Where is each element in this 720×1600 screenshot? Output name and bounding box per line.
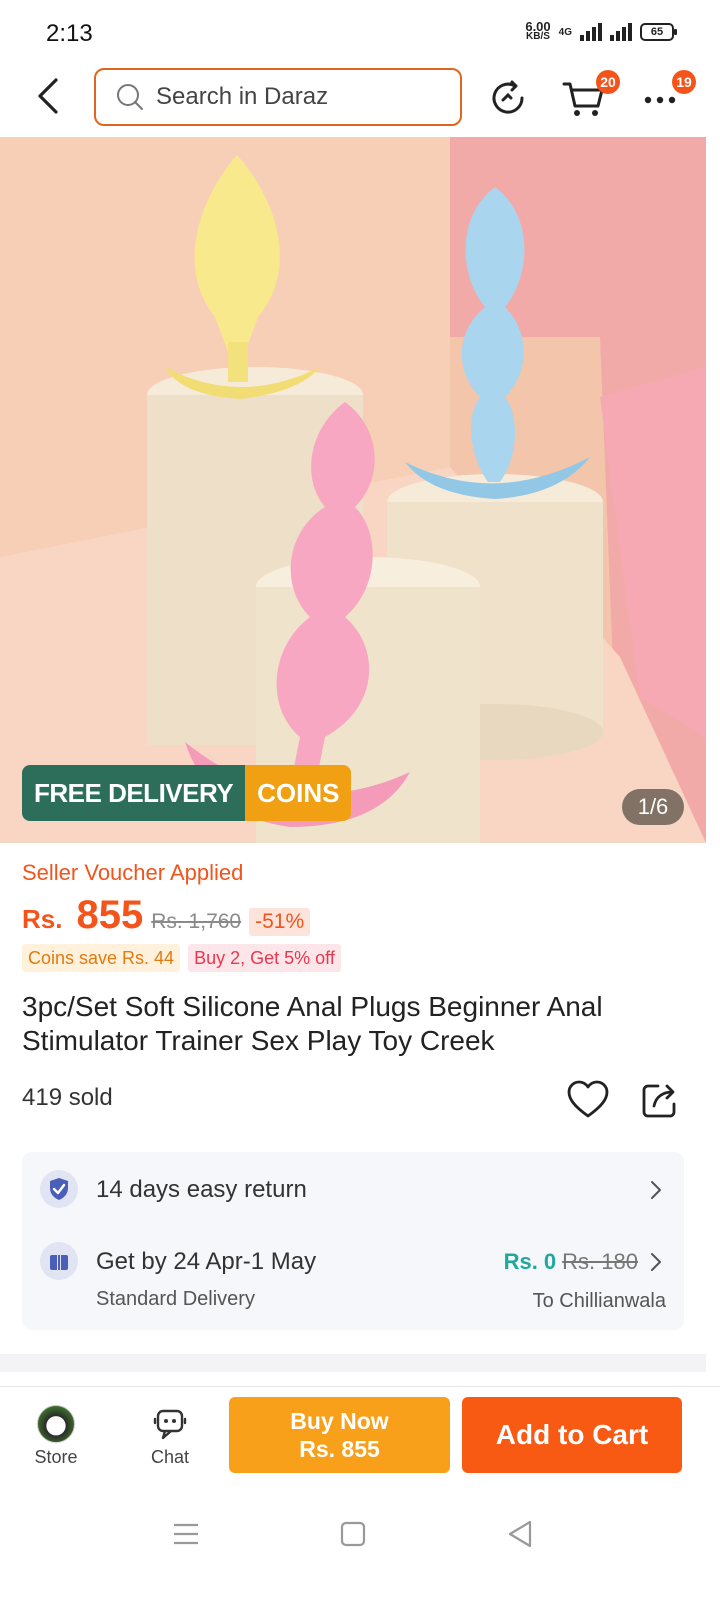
sold-count: 419 sold [22, 1084, 113, 1111]
more-button[interactable]: 19 [636, 70, 696, 122]
coins-save-chip[interactable]: Coins save Rs. 44 [22, 944, 181, 972]
signal-icon-2 [610, 23, 632, 41]
price-currency: Rs. [22, 904, 63, 934]
home-icon[interactable] [333, 1514, 373, 1554]
system-navigation-bar [0, 1490, 720, 1600]
back-arrow-icon [38, 78, 58, 114]
back-triangle-icon[interactable] [500, 1514, 540, 1554]
bundle-offer-chip[interactable]: Buy 2, Get 5% off [188, 944, 341, 972]
chevron-right-icon[interactable] [650, 1252, 662, 1272]
cart-badge: 20 [596, 70, 620, 94]
status-time: 2:13 [46, 20, 93, 47]
chat-label: Chat [150, 1447, 190, 1467]
store-button[interactable]: Store [26, 1405, 86, 1468]
delivery-fee-now: Rs. 0 [503, 1249, 557, 1274]
delivery-destination: To Chillianwala [532, 1290, 666, 1312]
section-divider [0, 1354, 706, 1372]
chat-icon [153, 1409, 187, 1440]
product-image-gallery[interactable]: FREE DELIVERY COINS 1/6 [0, 137, 706, 843]
delivery-box-icon [40, 1242, 78, 1280]
more-badge: 19 [672, 70, 696, 94]
coins-tag: COINS [245, 765, 352, 821]
wishlist-button[interactable] [566, 1078, 610, 1122]
original-price: Rs. 1,760 [151, 910, 242, 933]
chevron-right-icon[interactable] [650, 1180, 662, 1200]
status-icons: 6.00 KB/S 4G 65 [525, 20, 677, 42]
battery-level: 65 [650, 26, 664, 38]
history-button[interactable] [484, 74, 532, 122]
delivery-type: Standard Delivery [96, 1288, 255, 1310]
price-row: Rs. 855 Rs. 1,760 -51% [22, 893, 311, 938]
cart-button[interactable]: 20 [560, 70, 620, 122]
battery-icon: 65 [640, 23, 677, 41]
delivery-estimate[interactable]: Get by 24 Apr-1 May [96, 1248, 316, 1276]
history-icon [492, 80, 524, 114]
network-speed-unit: KB/S [526, 31, 550, 42]
status-bar: 2:13 6.00 KB/S 4G 65 [0, 0, 720, 64]
menu-icon[interactable] [166, 1514, 206, 1554]
back-button[interactable] [30, 76, 70, 116]
free-delivery-tag: FREE DELIVERY [22, 765, 246, 821]
product-photo [0, 137, 706, 843]
signal-icon [580, 23, 602, 41]
search-bar[interactable] [94, 68, 462, 126]
add-to-cart-button[interactable]: Add to Cart [462, 1397, 682, 1473]
network-speed: 6.00 KB/S [525, 20, 550, 42]
voucher-label: Seller Voucher Applied [22, 860, 244, 885]
buy-now-button[interactable]: Buy Now Rs. 855 [229, 1397, 450, 1473]
return-shield-icon [40, 1170, 78, 1208]
network-type: 4G [558, 26, 572, 38]
delivery-fee-was: Rs. 180 [562, 1249, 638, 1274]
top-nav: 20 19 [0, 64, 720, 136]
share-button[interactable] [638, 1078, 682, 1122]
promo-tag: FREE DELIVERY COINS [22, 765, 352, 821]
discount-badge: -51% [249, 908, 311, 936]
image-counter: 1/6 [622, 789, 684, 825]
buy-now-label: Buy Now [290, 1408, 389, 1434]
search-input[interactable] [156, 83, 436, 111]
services-card: 14 days easy return Get by 24 Apr-1 May … [22, 1152, 684, 1330]
add-to-cart-label: Add to Cart [495, 1419, 649, 1450]
heart-icon [567, 1080, 609, 1118]
store-label: Store [34, 1447, 78, 1467]
price-value: 855 [76, 893, 144, 937]
delivery-fee: Rs. 0 Rs. 180 [504, 1249, 638, 1275]
chat-button[interactable]: Chat [140, 1407, 200, 1468]
store-avatar [37, 1405, 75, 1443]
bottom-action-bar: Store Chat Buy Now Rs. 855 Add to Cart [0, 1386, 720, 1486]
share-icon [642, 1084, 676, 1118]
product-title: 3pc/Set Soft Silicone Anal Plugs Beginne… [22, 991, 603, 1056]
search-icon [117, 84, 143, 110]
return-policy-text[interactable]: 14 days easy return [96, 1176, 307, 1204]
buy-now-price: Rs. 855 [299, 1436, 380, 1462]
promo-chips: Coins save Rs. 44 Buy 2, Get 5% off [22, 944, 341, 972]
